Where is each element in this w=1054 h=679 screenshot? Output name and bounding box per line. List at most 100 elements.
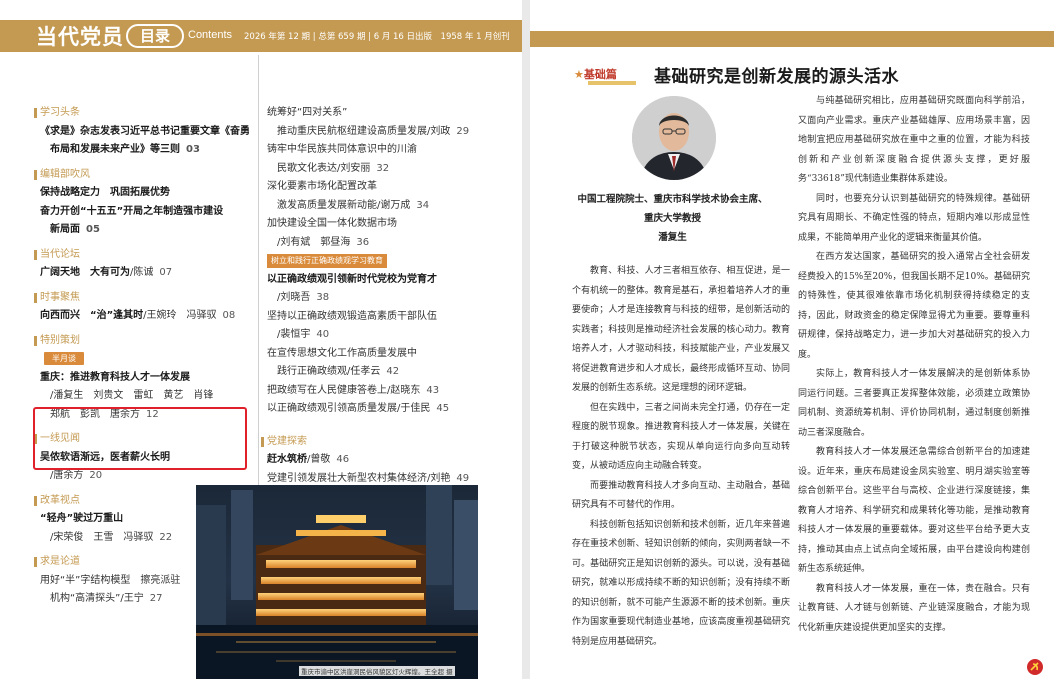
toc-right-column: 统筹好“四对关系” 推动重庆民航枢纽建设高质量发展/刘政 29 铸牢中华民族共同体… bbox=[261, 104, 522, 488]
page-number: 34 bbox=[416, 199, 430, 211]
entry-title: 铸牢中华民族共同体意识中的川渝 bbox=[267, 144, 417, 155]
toc-entry[interactable]: 以正确政绩观引领高质量发展/于佳民 45 bbox=[267, 400, 522, 419]
page-top-bar bbox=[530, 31, 1054, 47]
entry-title: 把政绩写在人民健康答卷上/赵晓东 bbox=[267, 384, 421, 396]
star-icon: ★ bbox=[574, 68, 584, 81]
entry-title: 在宣传思想文化工作高质量发展中 bbox=[267, 347, 417, 359]
paragraph: 在西方发达国家，基础研究的投入通常占全社会研发经费投入的15%至20%，但我国长… bbox=[798, 252, 1030, 360]
toc-entry-cont[interactable]: /刘有斌 郭昼海 36 bbox=[267, 234, 522, 253]
toc-entry[interactable]: 《求是》杂志发表习近平总书记重要文章《奋勇 bbox=[40, 123, 255, 142]
section-title: 特别策划 bbox=[40, 334, 80, 346]
toc-entry[interactable]: 以正确政绩观引领新时代党校为党育才 bbox=[267, 271, 522, 290]
section-header: 编辑部吹风 bbox=[34, 166, 255, 185]
author-title-line: 重庆大学教授 bbox=[643, 213, 701, 224]
entry-title: 加快建设全国一体化数据市场 bbox=[267, 218, 397, 229]
toc-entry[interactable]: 在宣传思想文化工作高质量发展中 bbox=[267, 345, 522, 364]
entry-author: /曾敬 bbox=[307, 454, 331, 465]
highlight-box bbox=[33, 407, 247, 470]
entry-title: 赶水筑桥 bbox=[267, 454, 307, 465]
toc-entry-cont[interactable]: 推动重庆民航枢纽建设高质量发展/刘政 29 bbox=[267, 123, 522, 142]
toc-entry-cont[interactable]: 激发高质量发展新动能/谢万成 34 bbox=[267, 197, 522, 216]
paragraph: 与纯基础研究相比，应用基础研究既面向科学前沿，又面向产业需求。重庆产业基础雄厚、… bbox=[798, 96, 1030, 184]
toc-entry[interactable]: 加快建设全国一体化数据市场 bbox=[267, 215, 522, 234]
party-emblem-icon bbox=[1026, 658, 1044, 679]
page-number: 40 bbox=[316, 329, 330, 340]
paragraph: 同时，也要充分认识到基础研究的特殊规律。基础研究具有周期长、不确定性强的特点，短… bbox=[798, 193, 1030, 243]
portrait-illustration bbox=[632, 96, 716, 180]
badge-row: 半月谈 bbox=[40, 350, 255, 369]
contents-label-cn: 目录 bbox=[126, 24, 184, 48]
entry-title: 机构“高清探头” bbox=[50, 593, 121, 604]
toc-entry[interactable]: 统筹好“四对关系” bbox=[267, 104, 522, 123]
section-title: 学习头条 bbox=[40, 107, 80, 118]
entry-author: /王宁 bbox=[120, 593, 144, 604]
city-night-photo bbox=[196, 485, 478, 679]
paragraph: 教育科技人才一体发展还急需综合创新平台的加速建设。近年来，重庆布局建设金凤实验室… bbox=[798, 447, 1030, 574]
toc-entry[interactable]: 奋力开创“十五五”开局之年制造强市建设 bbox=[40, 203, 255, 222]
page-number: 38 bbox=[316, 292, 330, 303]
toc-entry-featured[interactable]: 重庆：推进教育科技人才一体发展 bbox=[40, 369, 255, 388]
photo-caption: 重庆市渝中区洪崖洞民俗风貌区灯火辉煌。王全超 摄 bbox=[299, 666, 455, 676]
page-number: 49 bbox=[456, 472, 470, 484]
toc-entry[interactable]: 把政绩写在人民健康答卷上/赵晓东 43 bbox=[267, 382, 522, 401]
toc-entry[interactable]: 赶水筑桥/曾敬 46 bbox=[267, 451, 522, 470]
toc-entry-cont[interactable]: 布局和发展未来产业》等三则 03 bbox=[40, 141, 255, 160]
page-number: 08 bbox=[222, 310, 236, 321]
entry-title: 用好“半”字结构模型 擦亮派驻 bbox=[40, 574, 181, 586]
section-bar bbox=[34, 495, 37, 506]
city-night-illustration bbox=[196, 485, 478, 679]
section-bar bbox=[34, 557, 37, 568]
section-bar bbox=[34, 292, 37, 303]
section-title: 时事聚焦 bbox=[40, 291, 80, 303]
toc-entry[interactable]: 深化要素市场化配置改革 bbox=[267, 178, 522, 197]
paragraph: 实际上，教育科技人才一体发展解决的是创新体系协同运行问题。三者要真正发挥整体效能… bbox=[798, 369, 1030, 438]
section-header: 学习头条 bbox=[34, 104, 255, 123]
entry-author: /王婉玲 冯驿驭 bbox=[143, 310, 217, 321]
article-body-left: 教育、科技、人才三者相互依存、相互促进，是一个有机统一的整体。教育是基石，承担着… bbox=[572, 262, 790, 652]
masthead: 当代党员 目录 Contents 2026 年第 12 期 | 总第 659 期… bbox=[0, 20, 522, 52]
section-bar bbox=[261, 436, 264, 447]
entry-title: 《求是》杂志发表习近平总书记重要文章《奋勇 bbox=[40, 125, 250, 137]
page-number: 42 bbox=[386, 366, 400, 377]
toc-entry[interactable]: 广阔天地 大有可为/陈诚 07 bbox=[40, 264, 255, 283]
paragraph: 但在实践中，三者之间尚未完全打通，仍存在一定程度的脱节现象。推进教育科技人才一体… bbox=[572, 402, 790, 472]
entry-author: /唐余方 bbox=[50, 470, 84, 481]
entry-author: /宋荣俊 王雪 冯驿驭 bbox=[50, 531, 154, 543]
section-header: 时事聚焦 bbox=[34, 289, 255, 308]
entry-title: 深化要素市场化配置改革 bbox=[267, 181, 377, 192]
toc-entry[interactable]: 铸牢中华民族共同体意识中的川渝 bbox=[267, 141, 522, 160]
toc-entry[interactable]: 保持战略定力 巩固拓展优势 bbox=[40, 184, 255, 203]
entry-title: 民歌文化表达/刘安丽 bbox=[277, 162, 371, 174]
toc-entry[interactable]: 向西而兴 “治”逢其时/王婉玲 冯驿驭 08 bbox=[40, 307, 255, 326]
section-title: 改革视点 bbox=[40, 494, 80, 506]
page-number: 03 bbox=[186, 144, 200, 155]
page-number: 20 bbox=[89, 470, 103, 481]
paragraph: 科技创新包括知识创新和技术创新，近几年来普遍存在重技术创新、轻知识创新的倾向，实… bbox=[572, 519, 790, 647]
entry-title: 重庆：推进教育科技人才一体发展 bbox=[40, 371, 190, 383]
article-body-right: 与纯基础研究相比，应用基础研究既面向科学前沿，又面向产业需求。重庆产业基础雄厚、… bbox=[798, 92, 1030, 638]
toc-entry-cont[interactable]: 新局面 05 bbox=[40, 221, 255, 240]
paragraph: 而要推动教育科技人才多向互动、主动融合，基础研究具有不可替代的作用。 bbox=[572, 480, 790, 511]
magazine-title: 当代党员 bbox=[36, 25, 124, 49]
entry-title: 坚持以正确政绩观锻造高素质干部队伍 bbox=[267, 310, 437, 322]
page-number: 05 bbox=[86, 224, 100, 235]
entry-title: 激发高质量发展新动能/谢万成 bbox=[277, 199, 411, 211]
article-title: 基础研究是创新发展的源头活水 bbox=[654, 67, 899, 87]
entry-title: 以正确政绩观引领高质量发展/于佳民 bbox=[267, 403, 431, 414]
entry-title: 广阔天地 大有可为 bbox=[40, 267, 130, 278]
section-title: 求是论道 bbox=[40, 556, 80, 567]
toc-entry-cont[interactable]: 民歌文化表达/刘安丽 32 bbox=[267, 160, 522, 179]
author-title-line: 中国工程院院士、重庆市科学技术协会主席、 bbox=[577, 194, 768, 205]
section-title: 编辑部吹风 bbox=[40, 168, 90, 180]
toc-entry-cont[interactable]: /刘晓吾 38 bbox=[267, 289, 522, 308]
toc-entry-cont[interactable]: 践行正确政绩观/任孝云 42 bbox=[267, 363, 522, 382]
author-portrait bbox=[632, 96, 716, 180]
entry-title: 以正确政绩观引领新时代党校为党育才 bbox=[267, 273, 437, 285]
entry-title: 新局面 bbox=[50, 224, 80, 235]
toc-entry[interactable]: 坚持以正确政绩观锻造高素质干部队伍 bbox=[267, 308, 522, 327]
toc-entry-cont[interactable]: /裴恒宇 40 bbox=[267, 326, 522, 345]
entry-title: 向西而兴 “治”逢其时 bbox=[40, 310, 144, 321]
article-page: ★基础篇 基础研究是创新发展的源头活水 中国工程院院士、重庆市科学技术协会主席、… bbox=[530, 0, 1054, 679]
entry-title: 推动重庆民航枢纽建设高质量发展/刘政 bbox=[277, 125, 451, 137]
page-number: 45 bbox=[436, 403, 450, 414]
